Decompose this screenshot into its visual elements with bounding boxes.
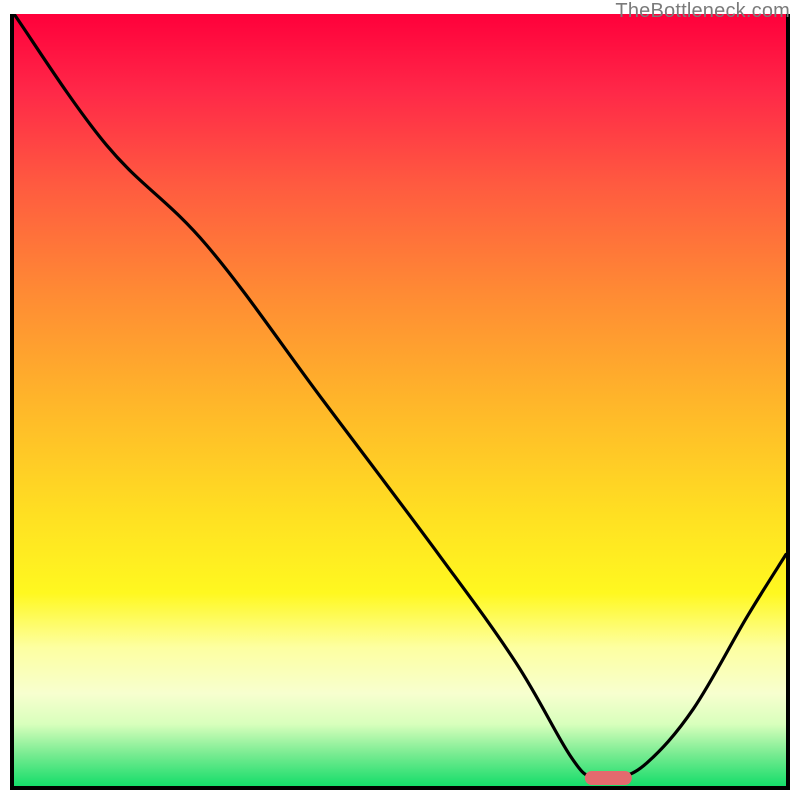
watermark-text: TheBottleneck.com (615, 0, 790, 23)
gradient-background (14, 14, 786, 786)
axis-right (786, 14, 790, 790)
axis-left (10, 14, 14, 790)
optimum-marker (585, 771, 631, 785)
axis-bottom (10, 786, 790, 790)
chart-canvas: TheBottleneck.com (0, 0, 800, 800)
